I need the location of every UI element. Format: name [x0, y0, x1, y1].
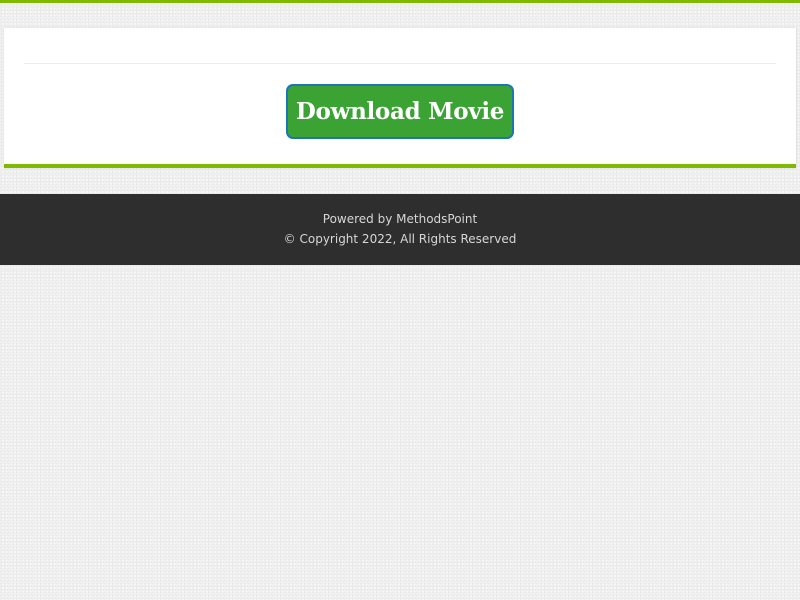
download-movie-button[interactable]: Download Movie	[286, 84, 514, 139]
powered-by-text: Powered by MethodsPoint	[322, 212, 478, 226]
divider	[24, 63, 776, 64]
footer: Powered by MethodsPoint © Copyright 2022…	[0, 194, 800, 265]
content-box: Download Movie	[4, 28, 796, 168]
top-accent-bar	[0, 0, 800, 3]
copyright-text: © Copyright 2022, All Rights Reserved	[283, 232, 517, 246]
